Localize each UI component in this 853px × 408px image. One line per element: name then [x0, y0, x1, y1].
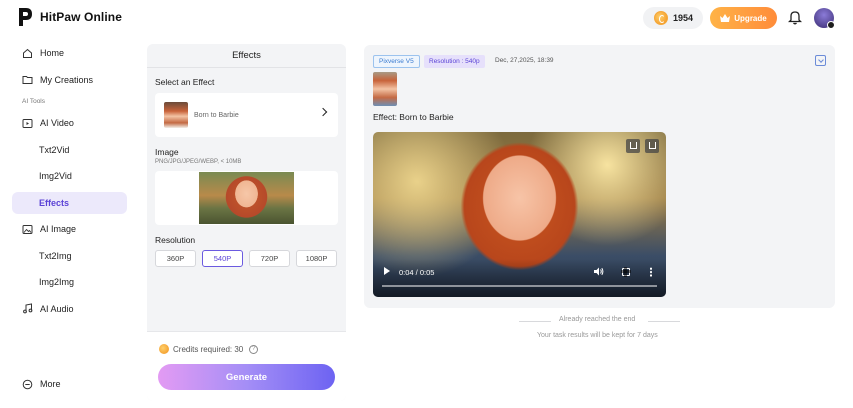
- sidebar-item-label: Home: [40, 48, 65, 58]
- video-icon: [22, 118, 33, 128]
- folder-icon: [22, 76, 33, 84]
- image-hint: PNG/JPG/JPEG/WEBP, < 10MB: [155, 159, 242, 165]
- effect-selector[interactable]: Born to Barbie: [155, 93, 338, 137]
- download-video-icon[interactable]: [645, 139, 659, 153]
- credits-required-text: Credits required: 30: [173, 344, 244, 354]
- effect-label: Effect: Born to Barbie: [373, 112, 454, 122]
- hitpaw-logo-icon: [19, 8, 32, 26]
- result-date: Dec, 27,2025, 18:39: [495, 57, 554, 64]
- sidebar-item-label: Img2Img: [39, 277, 75, 287]
- download-icon[interactable]: [815, 55, 826, 66]
- model-tag: Pixverse V5: [373, 55, 420, 68]
- upgrade-label: Upgrade: [734, 13, 767, 23]
- effects-panel-title: Effects: [147, 44, 346, 68]
- resolution-label: Resolution: [155, 235, 196, 245]
- sidebar-item-my-creations[interactable]: My Creations: [12, 69, 127, 91]
- credits-balance[interactable]: 1954: [643, 7, 703, 29]
- help-icon[interactable]: ?: [249, 344, 259, 354]
- sidebar-item-label: AI Image: [40, 224, 77, 234]
- app-name: HitPaw Online: [40, 10, 122, 24]
- avatar-badge: [827, 21, 835, 29]
- sidebar-item-ai-audio[interactable]: AI Audio: [12, 298, 127, 320]
- upgrade-button[interactable]: Upgrade: [710, 7, 777, 29]
- selected-effect-name: Born to Barbie: [194, 111, 239, 119]
- divider-left: [519, 321, 551, 322]
- video-progress-bar[interactable]: [382, 285, 657, 287]
- resolution-720p-button[interactable]: 720P: [249, 250, 290, 267]
- sidebar-item-label: Txt2Vid: [39, 144, 70, 155]
- resolution-540p-button[interactable]: 540P: [202, 250, 243, 267]
- sidebar-item-label: More: [40, 379, 61, 389]
- generate-footer: Credits required: 30 ? Generate: [147, 331, 346, 401]
- image-upload-area[interactable]: [155, 171, 338, 225]
- uploaded-image: [199, 172, 294, 224]
- more-options-icon[interactable]: [650, 267, 652, 277]
- result-card: Pixverse V5 Resolution : 540p Dec, 27,20…: [364, 45, 835, 308]
- resolution-options: 360P 540P 720P 1080P: [147, 250, 346, 267]
- effects-panel: Effects Select an Effect Born to Barbie …: [147, 44, 346, 401]
- play-icon[interactable]: [384, 267, 390, 275]
- resolution-360p-button[interactable]: 360P: [155, 250, 196, 267]
- sidebar-item-home[interactable]: Home: [12, 42, 127, 64]
- input-thumbnail[interactable]: [373, 72, 397, 106]
- share-icon[interactable]: [626, 139, 640, 153]
- video-time: 0:04 / 0:05: [399, 268, 435, 277]
- sidebar-item-ai-video[interactable]: AI Video: [12, 112, 127, 134]
- music-note-icon: [23, 303, 33, 314]
- bell-icon[interactable]: [788, 10, 802, 25]
- result-video-player[interactable]: 0:04 / 0:05: [373, 132, 666, 297]
- coin-icon: [654, 11, 668, 25]
- sidebar-item-img2img[interactable]: Img2Img: [12, 271, 127, 293]
- image-icon: [22, 224, 33, 234]
- video-controls: [373, 259, 666, 297]
- sidebar-item-label: AI Video: [40, 118, 74, 128]
- sidebar-item-label: My Creations: [40, 74, 94, 85]
- effect-thumbnail: [164, 102, 188, 128]
- crown-icon: [720, 14, 731, 22]
- sidebar-item-label: Txt2Img: [39, 250, 72, 261]
- select-effect-label: Select an Effect: [155, 77, 215, 87]
- sidebar-section-label: AI Tools: [22, 98, 46, 105]
- volume-icon[interactable]: [594, 267, 604, 276]
- resolution-1080p-button[interactable]: 1080P: [296, 250, 337, 267]
- app-logo[interactable]: HitPaw Online: [17, 7, 122, 27]
- sidebar-item-ai-image[interactable]: AI Image: [12, 218, 127, 240]
- sidebar: Home My Creations AI Tools AI Video Txt2…: [12, 42, 127, 324]
- end-of-list-text: Already reached the end: [559, 316, 636, 323]
- sidebar-item-label: Img2Vid: [39, 171, 72, 181]
- home-icon: [23, 48, 32, 58]
- coin-icon: [159, 344, 169, 354]
- credits-required: Credits required: 30 ?: [147, 344, 346, 354]
- sidebar-item-img2vid[interactable]: Img2Vid: [12, 165, 127, 187]
- sidebar-item-effects[interactable]: Effects: [12, 191, 127, 214]
- sidebar-item-txt2vid[interactable]: Txt2Vid: [12, 139, 127, 161]
- divider-right: [648, 321, 680, 322]
- fullscreen-icon[interactable]: [621, 267, 631, 277]
- chevron-right-icon: [318, 107, 328, 117]
- generate-button[interactable]: Generate: [158, 364, 335, 390]
- more-icon: [22, 379, 33, 389]
- resolution-tag: Resolution : 540p: [424, 55, 485, 68]
- credits-value: 1954: [673, 13, 694, 23]
- retention-notice: Your task results will be kept for 7 day…: [537, 332, 658, 339]
- sidebar-item-more[interactable]: More: [12, 373, 127, 400]
- image-label: Image: [155, 147, 179, 157]
- sidebar-item-label: Effects: [39, 197, 70, 208]
- sidebar-item-txt2img[interactable]: Txt2Img: [12, 245, 127, 267]
- sidebar-item-label: AI Audio: [40, 303, 74, 314]
